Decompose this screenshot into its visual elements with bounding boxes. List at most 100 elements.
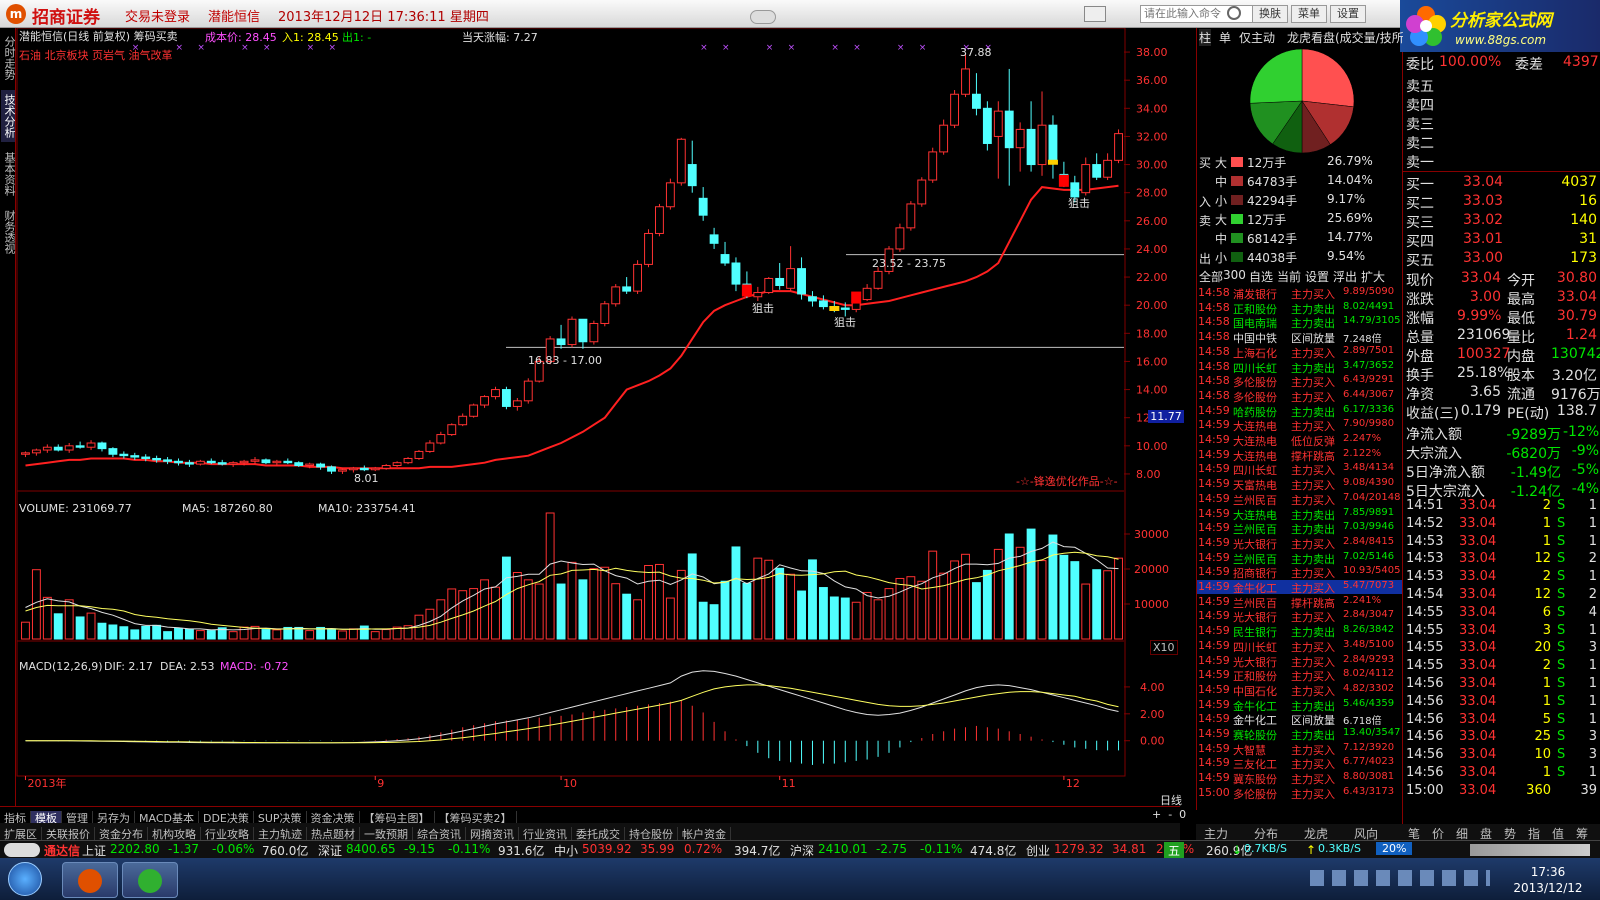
collapse-handle-icon[interactable] bbox=[750, 10, 776, 24]
ticker-row[interactable]: 14:58 国电南瑞 主力卖出 14.79/3105 bbox=[1197, 315, 1402, 330]
ticker-action: 主力卖出 bbox=[1291, 302, 1335, 316]
keyboard-icon[interactable] bbox=[1084, 6, 1106, 22]
ime-indicator[interactable]: 五 bbox=[1164, 842, 1185, 859]
ticker-row[interactable]: 14:59 大连热电 主力卖出 7.85/9891 bbox=[1197, 507, 1402, 522]
tab-technical[interactable]: 技术分析 bbox=[1, 90, 16, 142]
ticker-row[interactable]: 14:59 中国石化 主力买入 4.82/3302 bbox=[1197, 683, 1402, 698]
system-tray-icons[interactable] bbox=[1310, 870, 1490, 886]
start-button-icon[interactable] bbox=[8, 862, 42, 896]
macd-dea: DEA: 2.53 bbox=[160, 660, 215, 673]
ticker-row[interactable]: 14:59 正和股份 主力买入 8.02/4112 bbox=[1197, 668, 1402, 683]
menu-button[interactable]: 菜单 bbox=[1291, 5, 1327, 23]
ticker-row[interactable]: 14:58 多伦股份 主力买入 6.43/9291 bbox=[1197, 374, 1402, 389]
ticker-row[interactable]: 14:59 四川长虹 主力买入 3.48/5100 bbox=[1197, 639, 1402, 654]
ticker-row[interactable]: 14:58 中国中铁 区间放量 7.248倍 bbox=[1197, 330, 1402, 345]
flow-size-label: 小 bbox=[1215, 251, 1228, 265]
volume-bar-down bbox=[1092, 569, 1102, 640]
ticker-row[interactable]: 14:58 四川长虹 主力卖出 3.47/3652 bbox=[1197, 360, 1402, 375]
ticker-row[interactable]: 14:59 哈药股份 主力卖出 6.17/3336 bbox=[1197, 404, 1402, 419]
ticker-row[interactable]: 14:59 兰州民百 主力买入 7.04/20148 bbox=[1197, 492, 1402, 507]
stat-label: 现价 bbox=[1406, 273, 1434, 289]
ticker-row[interactable]: 14:59 大智慧 主力买入 7.12/3920 bbox=[1197, 742, 1402, 757]
tab-fundamentals[interactable]: 基本资料 bbox=[1, 148, 16, 200]
ticker-row[interactable]: 14:59 光大银行 主力买入 2.84/9293 bbox=[1197, 654, 1402, 669]
ticker-value: 10.93/5405 bbox=[1343, 565, 1401, 577]
ticker-row[interactable]: 14:59 招商银行 主力买入 10.93/5405 bbox=[1197, 565, 1402, 581]
candle-up bbox=[1037, 124, 1047, 166]
tab-financials[interactable]: 财务透视 bbox=[1, 206, 16, 258]
ticker-tab[interactable]: 全部 bbox=[1199, 268, 1223, 285]
taskbar-browser-icon[interactable] bbox=[122, 862, 178, 898]
ticker-row[interactable]: 14:59 天富热电 主力买入 9.08/4390 bbox=[1197, 477, 1402, 492]
settings-button[interactable]: 设置 bbox=[1330, 5, 1366, 23]
flow-percent: 14.77% bbox=[1327, 230, 1373, 244]
taskbar-clock[interactable]: 17:36 2013/12/12 bbox=[1500, 864, 1596, 896]
volume-bar-down bbox=[556, 583, 566, 640]
ticker-time: 14:58 bbox=[1198, 330, 1230, 344]
tab-dragon-tiger[interactable]: 龙虎看盘(成交量/技所有 bbox=[1287, 29, 1403, 46]
ticker-row[interactable]: 14:59 兰州民百 主力卖出 7.02/5146 bbox=[1197, 551, 1402, 566]
chart-area[interactable]: 38.00 36.00 34.00 32.00 30.00 28.00 26.00 24.00… bbox=[16, 28, 1176, 806]
candle-down bbox=[1004, 110, 1014, 149]
candle-down bbox=[97, 442, 107, 450]
ticker-row[interactable]: 14:59 光大银行 主力买入 2.84/3047 bbox=[1197, 609, 1402, 624]
broker-name: 招商证券 bbox=[32, 8, 100, 28]
login-status[interactable]: 交易未登录 bbox=[125, 6, 190, 25]
ticker-row[interactable]: 14:59 金牛化工 主力买入 5.47/7073 bbox=[1197, 580, 1402, 595]
ticker-tab[interactable]: 300 bbox=[1223, 268, 1246, 282]
status-menu-icon[interactable] bbox=[4, 843, 40, 857]
skin-button[interactable]: 换肤 bbox=[1252, 5, 1288, 23]
tab-intraday[interactable]: 分时走势 bbox=[1, 32, 16, 84]
ticker-action: 区间放量 bbox=[1291, 714, 1335, 728]
trade-price: 33.04 bbox=[1459, 693, 1497, 709]
ticker-row[interactable]: 14:59 三友化工 主力买入 6.77/4023 bbox=[1197, 756, 1402, 771]
volume-bar-down bbox=[97, 622, 107, 640]
ticker-action: 主力买入 bbox=[1291, 567, 1335, 581]
ticker-row[interactable]: 14:59 兰州民百 主力卖出 7.03/9946 bbox=[1197, 521, 1402, 536]
ticker-row[interactable]: 14:58 正和股份 主力卖出 8.02/4491 bbox=[1197, 301, 1402, 316]
ticker-tab[interactable]: 浮出 bbox=[1333, 268, 1357, 285]
volume-bar-up bbox=[228, 631, 238, 640]
flower-logo-icon bbox=[1406, 6, 1446, 46]
ticker-tab[interactable]: 自选 bbox=[1249, 268, 1273, 285]
ticker-row[interactable]: 15:00 多伦股份 主力买入 6.43/3173 bbox=[1197, 786, 1402, 801]
stat-value: 130742 bbox=[1551, 346, 1600, 362]
ticker-row[interactable]: 14:58 浦发银行 主力买入 9.89/5090 bbox=[1197, 286, 1402, 301]
taskbar-broker-app-icon[interactable] bbox=[62, 862, 118, 898]
tab-active-only[interactable]: 仅主动 bbox=[1239, 29, 1275, 46]
volume-bar-down bbox=[184, 628, 194, 640]
ticker-time: 14:59 bbox=[1198, 580, 1230, 593]
volume-bar-up bbox=[928, 550, 938, 640]
snipe-candle bbox=[1058, 174, 1069, 187]
zoom-controls[interactable]: + - 0 bbox=[1152, 808, 1186, 821]
ticker-row[interactable]: 14:59 冀东股份 主力买入 8.80/3081 bbox=[1197, 771, 1402, 786]
flow-percent: 26.79% bbox=[1327, 154, 1373, 168]
ticker-row[interactable]: 14:59 金牛化工 区间放量 6.718倍 bbox=[1197, 712, 1402, 728]
tab-single[interactable]: 单 bbox=[1219, 29, 1231, 46]
ticker-row[interactable]: 14:59 大连热电 撑杆跳高 2.122% bbox=[1197, 448, 1402, 463]
ticker-tab[interactable]: 扩大 bbox=[1361, 268, 1385, 285]
tab-bar-chart[interactable]: 柱 bbox=[1199, 29, 1212, 46]
ticker-row[interactable]: 14:58 多伦股份 主力买入 6.44/3067 bbox=[1197, 389, 1402, 404]
ticker-time: 14:59 bbox=[1198, 668, 1230, 682]
ticker-row[interactable]: 14:59 金牛化工 主力卖出 5.46/4359 bbox=[1197, 698, 1402, 713]
candle-up bbox=[1015, 128, 1025, 149]
search-icon[interactable] bbox=[1227, 6, 1241, 20]
ticker-tab[interactable]: 设置 bbox=[1305, 268, 1329, 285]
ticker-row[interactable]: 14:58 上海石化 主力买入 2.89/7501 bbox=[1197, 345, 1402, 360]
ticker-row[interactable]: 14:59 兰州民百 撑杆跳高 2.241% bbox=[1197, 595, 1402, 610]
candle-down bbox=[163, 459, 172, 462]
ticker-tab[interactable]: 当前 bbox=[1277, 268, 1301, 285]
ticker-row[interactable]: 14:59 四川长虹 主力买入 3.48/4134 bbox=[1197, 462, 1402, 477]
ticker-row[interactable]: 14:59 光大银行 主力买入 2.84/8415 bbox=[1197, 536, 1402, 551]
ticker-row[interactable]: 14:59 民生银行 主力卖出 8.26/3842 bbox=[1197, 624, 1402, 639]
trade-time: 14:56 bbox=[1406, 711, 1444, 727]
candle-up bbox=[786, 268, 796, 289]
ticker-row[interactable]: 14:59 大连热电 主力买入 7.90/9980 bbox=[1197, 418, 1402, 433]
window-buttons-icon[interactable] bbox=[1470, 844, 1590, 856]
ticker-row[interactable]: 14:59 赛轮股份 主力卖出 13.40/3547 bbox=[1197, 727, 1402, 742]
ticker-value: 9.89/5090 bbox=[1343, 286, 1395, 297]
volume-bar-down bbox=[75, 616, 85, 640]
ticker-row[interactable]: 14:59 大连热电 低位反弹 2.247% bbox=[1197, 433, 1402, 448]
kline-tick-label: 30.00 bbox=[1136, 159, 1168, 172]
